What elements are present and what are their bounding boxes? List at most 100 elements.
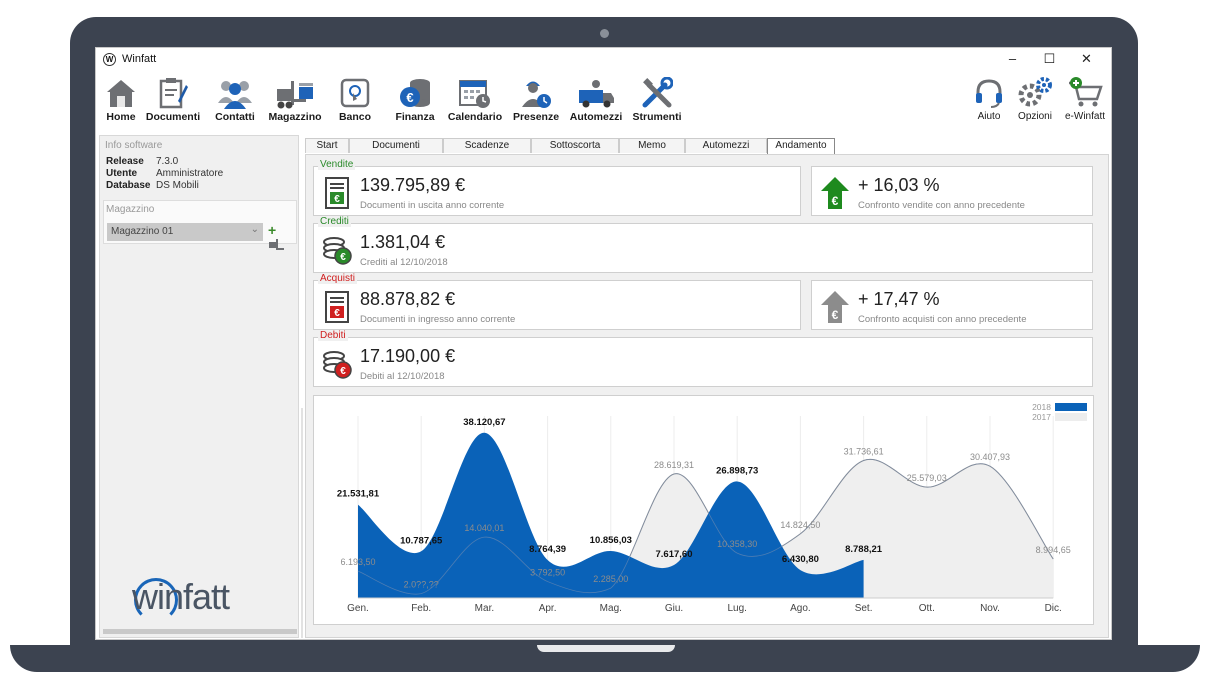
add-warehouse-button[interactable]: + bbox=[268, 222, 296, 254]
data-label-2018: 38.120,67 bbox=[463, 417, 505, 428]
x-tick-label: Giu. bbox=[665, 603, 683, 614]
toolbar-strumenti[interactable]: Strumenti bbox=[624, 72, 690, 123]
arrow-up-gray-icon: € bbox=[821, 291, 849, 323]
toolbar-e-winfatt-label: e-Winfatt bbox=[1064, 111, 1105, 122]
toolbar-banco[interactable]: Banco bbox=[322, 72, 388, 123]
tab-sottoscorta[interactable]: Sottoscorta bbox=[531, 138, 619, 153]
app-logo-icon: W bbox=[103, 52, 116, 66]
magazzino-panel: Magazzino Magazzino 01 ⌄ + bbox=[103, 200, 297, 250]
coins-red-icon: € bbox=[323, 351, 352, 379]
sidebar: Info software Release 7.3.0 Utente Amminis… bbox=[99, 135, 299, 638]
legend-swatch bbox=[1055, 403, 1087, 411]
vendite-trend-subtitle: Confronto vendite con anno precedente bbox=[858, 200, 1025, 211]
close-button[interactable]: ✕ bbox=[1068, 48, 1105, 70]
maximize-button[interactable]: ☐ bbox=[1031, 48, 1068, 70]
x-tick-label: Set. bbox=[855, 603, 873, 614]
svg-text:€: € bbox=[406, 90, 413, 105]
tab-automezzi[interactable]: Automezzi bbox=[685, 138, 767, 153]
data-label-2018: 10.856,03 bbox=[590, 535, 632, 546]
magazzino-selected-value: Magazzino 01 bbox=[111, 226, 174, 237]
tab-memo[interactable]: Memo bbox=[619, 138, 685, 153]
andamento-panel: Vendite € 139.795,89 € Documenti in usci… bbox=[305, 154, 1109, 638]
tools-icon bbox=[624, 72, 690, 109]
pos-icon bbox=[322, 72, 388, 109]
camera-dot bbox=[600, 29, 609, 38]
svg-text:€: € bbox=[340, 252, 346, 263]
data-label-2018: 7.617,60 bbox=[656, 549, 693, 560]
toolbar-contatti[interactable]: Contatti bbox=[202, 72, 268, 123]
info-key: Database bbox=[106, 180, 151, 191]
data-label-2017: 28.619,31 bbox=[654, 460, 694, 470]
tab-scadenze[interactable]: Scadenze bbox=[443, 138, 531, 153]
toolbar-documenti[interactable]: Documenti bbox=[140, 72, 206, 123]
attendance-icon bbox=[503, 72, 569, 109]
crediti-value: 1.381,04 € bbox=[360, 232, 446, 252]
crediti-label: Crediti bbox=[318, 216, 351, 227]
tab-bar: Start Documenti Scadenze Sottoscorta Mem… bbox=[305, 138, 835, 154]
data-label-2017: 3.792,50 bbox=[530, 568, 565, 578]
data-label-2018: 26.898,73 bbox=[716, 465, 758, 476]
toolbar-presenze[interactable]: Presenze bbox=[503, 72, 569, 123]
x-tick-label: Ott. bbox=[919, 603, 935, 614]
toolbar-calendario[interactable]: Calendario bbox=[442, 72, 508, 123]
main-toolbar: Home Documenti Contatti Magazzino Banco … bbox=[96, 72, 1111, 126]
legend-item-2017: 2017 bbox=[1032, 412, 1087, 422]
svg-text:€: € bbox=[832, 308, 839, 322]
data-label-2017: 30.407,93 bbox=[970, 452, 1010, 462]
vendite-subtitle: Documenti in uscita anno corrente bbox=[360, 200, 505, 211]
toolbar-e-winfatt[interactable]: e-Winfatt bbox=[1052, 72, 1118, 122]
legend-swatch bbox=[1055, 413, 1087, 421]
acquisti-label: Acquisti bbox=[318, 273, 358, 284]
info-value: 7.3.0 bbox=[156, 156, 179, 167]
andamento-chart: 6.193,50 2.0??,?? 14.040,01 3.792,50 2.285,0… bbox=[313, 395, 1094, 625]
magazzino-title: Magazzino bbox=[106, 204, 155, 215]
info-key: Release bbox=[106, 156, 144, 167]
warehouse-icon bbox=[262, 72, 328, 109]
magazzino-select[interactable]: Magazzino 01 ⌄ bbox=[107, 223, 263, 241]
info-utente-row: Utente Amministratore bbox=[106, 168, 298, 179]
forklift-icon bbox=[269, 239, 284, 250]
app-window: W Winfatt – ☐ ✕ Home Documenti Contatti … bbox=[95, 47, 1112, 640]
documents-icon bbox=[140, 72, 206, 109]
acquisti-trend-card: € + 17,47 % Confronto acquisti con anno … bbox=[811, 280, 1093, 330]
toolbar-documenti-label: Documenti bbox=[145, 111, 201, 123]
plus-icon: + bbox=[268, 222, 277, 238]
x-tick-label: Mag. bbox=[600, 603, 622, 614]
acquisti-subtitle: Documenti in ingresso anno corrente bbox=[360, 314, 516, 325]
tab-andamento[interactable]: Andamento bbox=[767, 138, 835, 154]
cart-icon bbox=[1052, 72, 1118, 109]
sidebar-scrollbar[interactable] bbox=[103, 629, 297, 634]
data-label-2017: 31.736,61 bbox=[844, 446, 884, 456]
title-bar: W Winfatt – ☐ ✕ bbox=[96, 48, 1111, 70]
invoice-in-icon: € bbox=[325, 177, 349, 209]
svg-text:€: € bbox=[334, 308, 340, 319]
toolbar-automezzi[interactable]: Automezzi bbox=[563, 72, 629, 123]
data-label-2017: 14.040,01 bbox=[464, 523, 504, 533]
minimize-button[interactable]: – bbox=[994, 48, 1031, 70]
tab-start[interactable]: Start bbox=[305, 138, 349, 153]
data-label-2017: 2.285,00 bbox=[593, 574, 628, 584]
acquisti-value: 88.878,82 € bbox=[360, 289, 456, 309]
x-tick-label: Apr. bbox=[539, 603, 557, 614]
svg-text:€: € bbox=[340, 366, 346, 377]
acquisti-trend-subtitle: Confronto acquisti con anno precedente bbox=[858, 314, 1027, 325]
toolbar-magazzino-label: Magazzino bbox=[268, 111, 322, 123]
vendite-trend-card: € + 16,03 % Confronto vendite con anno p… bbox=[811, 166, 1093, 216]
x-tick-label: Gen. bbox=[347, 603, 369, 614]
toolbar-calendario-label: Calendario bbox=[447, 111, 503, 123]
toolbar-presenze-label: Presenze bbox=[512, 111, 560, 123]
svg-text:€: € bbox=[832, 194, 839, 208]
chart-svg: 6.193,50 2.0??,?? 14.040,01 3.792,50 2.285,0… bbox=[337, 416, 1071, 614]
chart-legend: 2018 2017 bbox=[1032, 402, 1087, 422]
x-tick-label: Nov. bbox=[980, 603, 1000, 614]
debiti-value: 17.190,00 € bbox=[360, 346, 456, 366]
data-label-2017: 8.994,65 bbox=[1036, 545, 1071, 555]
truck-icon bbox=[563, 72, 629, 109]
x-tick-label: Ago. bbox=[790, 603, 811, 614]
window-title: Winfatt bbox=[122, 53, 157, 65]
calendar-icon bbox=[442, 72, 508, 109]
splitter[interactable] bbox=[301, 408, 303, 638]
toolbar-magazzino[interactable]: Magazzino bbox=[262, 72, 328, 123]
tab-documenti[interactable]: Documenti bbox=[349, 138, 443, 153]
toolbar-finanza[interactable]: € Finanza bbox=[382, 72, 448, 123]
